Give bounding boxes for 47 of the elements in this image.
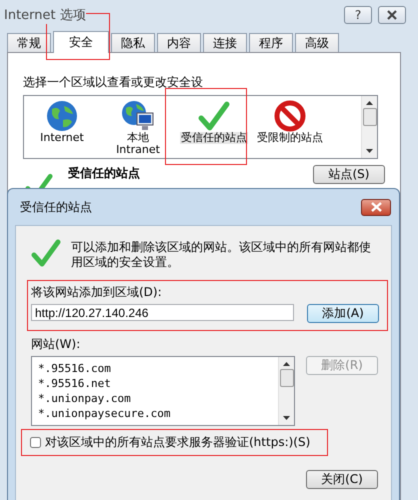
description-text: 可以添加和删除该区域的网站。该区域中的所有网站都使用区域的安全设置。 [71, 240, 372, 270]
close-icon [386, 10, 398, 20]
zone-prompt: 选择一个区域以查看或更改安全设 [23, 74, 204, 91]
check-icon [31, 238, 61, 268]
url-field[interactable]: http://120.27.140.246 [31, 304, 294, 321]
scrollbar[interactable] [361, 96, 377, 158]
up-arrow-icon[interactable] [283, 362, 290, 366]
check-icon [198, 100, 230, 132]
sites-label: 网站(W): [31, 336, 82, 353]
forbidden-icon [274, 100, 306, 132]
check-icon [25, 172, 53, 188]
scrollbar-thumb[interactable] [280, 369, 294, 387]
site-item[interactable]: *.95516.com [38, 361, 278, 376]
close-icon [370, 202, 382, 212]
down-arrow-icon[interactable] [283, 416, 290, 420]
zone-item[interactable]: 本地 Intranet [104, 132, 172, 156]
window-title: Internet 选项 [4, 6, 86, 24]
dialog-title: 受信任的站点 [20, 198, 93, 216]
up-arrow-icon[interactable] [366, 101, 373, 105]
down-arrow-icon[interactable] [366, 149, 373, 153]
globe-icon [46, 100, 78, 132]
help-button[interactable]: ? [344, 6, 372, 24]
tab[interactable]: 隐私 [111, 33, 155, 52]
site-item[interactable]: *.unionpaysecure.com [38, 406, 278, 421]
tab[interactable]: 安全 [53, 31, 109, 53]
add-button[interactable]: 添加(A) [307, 304, 379, 323]
close-dialog-button[interactable]: 关闭(C) [306, 470, 378, 489]
tab[interactable]: 连接 [203, 33, 247, 52]
checkbox-label[interactable]: 对该区域中的所有站点要求服务器验证(https:)(S) [45, 434, 310, 451]
zone-item[interactable]: Internet [28, 132, 96, 144]
add-label: 将该网站添加到区域(D): [31, 284, 163, 301]
close-button[interactable] [378, 6, 406, 24]
tab[interactable]: 高级 [295, 33, 339, 52]
close-button[interactable] [361, 198, 391, 216]
sites-button[interactable]: 站点(S) [313, 165, 385, 184]
zone-title: 受信任的站点 [68, 165, 141, 182]
site-item[interactable]: *.unionpay.com [38, 391, 278, 406]
checkbox[interactable] [30, 437, 41, 448]
scrollbar-thumb[interactable] [362, 108, 376, 126]
tab[interactable]: 内容 [157, 33, 201, 52]
zone-item[interactable]: 受限制的站点 [256, 132, 324, 144]
globe-monitor-icon [121, 100, 155, 132]
scrollbar[interactable] [278, 357, 294, 425]
site-item[interactable]: *.95516.net [38, 376, 278, 391]
tab[interactable]: 常规 [7, 33, 51, 52]
tab[interactable]: 程序 [249, 33, 293, 52]
zone-item[interactable]: 受信任的站点 [180, 132, 248, 144]
